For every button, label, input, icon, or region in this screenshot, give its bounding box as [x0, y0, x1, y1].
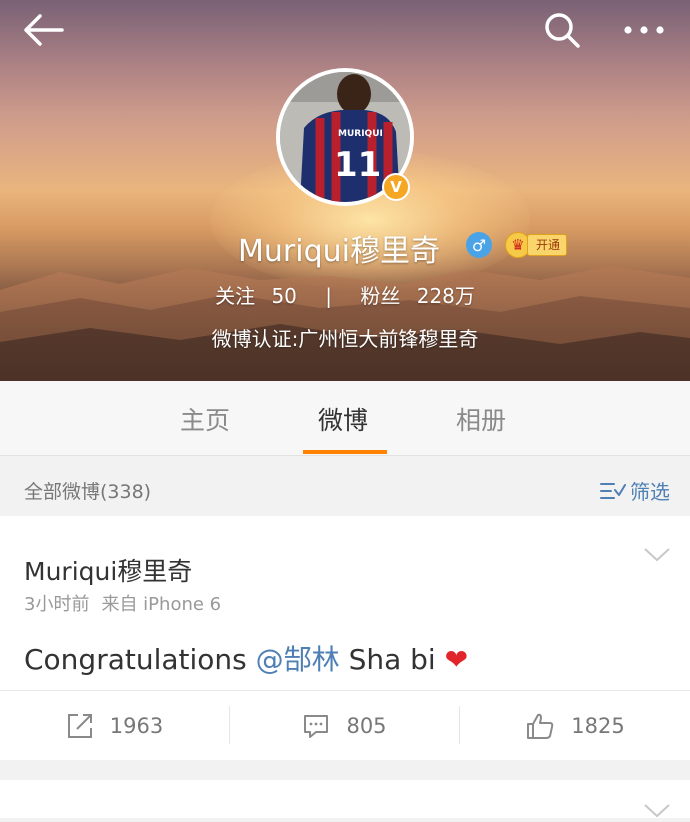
weibo-post-card[interactable]: Muriqui穆里奇 3小时前 来自 iPhone 6 Congratulatio… [0, 516, 690, 760]
post-text-before: Congratulations [24, 643, 256, 676]
avatar-jersey-name: MURIQUI [338, 129, 383, 139]
weibo-count: 全部微博(338) [24, 481, 152, 503]
tab-album[interactable]: 相册 [456, 401, 506, 437]
following-count: 50 [271, 284, 297, 308]
post-author[interactable]: Muriqui穆里奇 [24, 552, 192, 588]
avatar-jersey-number: 11 [334, 145, 381, 185]
filter-icon [600, 482, 626, 499]
profile-stats: 关注 50 | 粉丝 228万 [0, 280, 690, 309]
comment-count: 805 [346, 713, 387, 738]
vip-open-label: 开通 [527, 234, 568, 256]
post-text-after: Sha bi [339, 643, 445, 676]
repost-button[interactable]: 1963 [0, 691, 229, 760]
comment-button[interactable]: 805 [230, 691, 459, 760]
post-source: 来自 iPhone 6 [101, 594, 222, 615]
verified-badge-icon: V [382, 173, 410, 201]
like-button[interactable]: 1825 [460, 691, 690, 760]
repost-count: 1963 [109, 713, 164, 738]
following-label: 关注 [215, 284, 256, 308]
profile-name-row: Muriqui穆里奇 ♂ ♛ 开通 [0, 224, 690, 269]
search-icon [545, 13, 580, 48]
profile-tabs: 主页 微博 相册 [0, 381, 690, 456]
more-dots-icon [624, 26, 664, 34]
filter-button[interactable]: 筛选 [600, 476, 670, 505]
post-meta: 3小时前 来自 iPhone 6 [24, 590, 221, 616]
tab-weibo[interactable]: 微博 [318, 401, 368, 437]
like-count: 1825 [571, 713, 625, 738]
tab-home[interactable]: 主页 [180, 401, 230, 437]
next-post-card[interactable] [0, 780, 690, 818]
filter-bar: 全部微博(338) 筛选 [0, 456, 690, 516]
chevron-down-icon [644, 804, 670, 818]
back-arrow-icon [24, 14, 64, 46]
active-tab-indicator [303, 450, 387, 454]
heart-emoji-icon: ❤ [444, 643, 469, 676]
more-button[interactable] [620, 8, 668, 52]
followers-count: 228万 [416, 284, 475, 308]
followers-label: 粉丝 [360, 284, 401, 308]
repost-icon [67, 713, 92, 738]
male-gender-icon: ♂ [466, 232, 492, 258]
vip-open-button[interactable]: ♛ 开通 [505, 232, 568, 258]
search-button[interactable] [538, 8, 586, 52]
followers-stat[interactable]: 粉丝 228万 [360, 280, 475, 309]
profile-name: Muriqui穆里奇 [238, 234, 440, 269]
comment-icon [304, 714, 329, 738]
thumbs-up-icon [527, 713, 554, 739]
chevron-down-icon [644, 548, 670, 562]
back-button[interactable] [20, 8, 68, 52]
post-time: 3小时前 [24, 594, 90, 615]
stats-separator: | [325, 284, 332, 308]
certification-text: 微博认证:广州恒大前锋穆里奇 [211, 327, 479, 351]
next-post-menu-button[interactable] [642, 802, 672, 822]
post-content: Congratulations @郜林 Sha bi ❤ [24, 638, 468, 678]
post-mention-link[interactable]: @郜林 [256, 643, 340, 676]
post-menu-button[interactable] [642, 546, 672, 568]
following-stat[interactable]: 关注 50 [215, 280, 297, 309]
filter-label: 筛选 [630, 480, 670, 504]
